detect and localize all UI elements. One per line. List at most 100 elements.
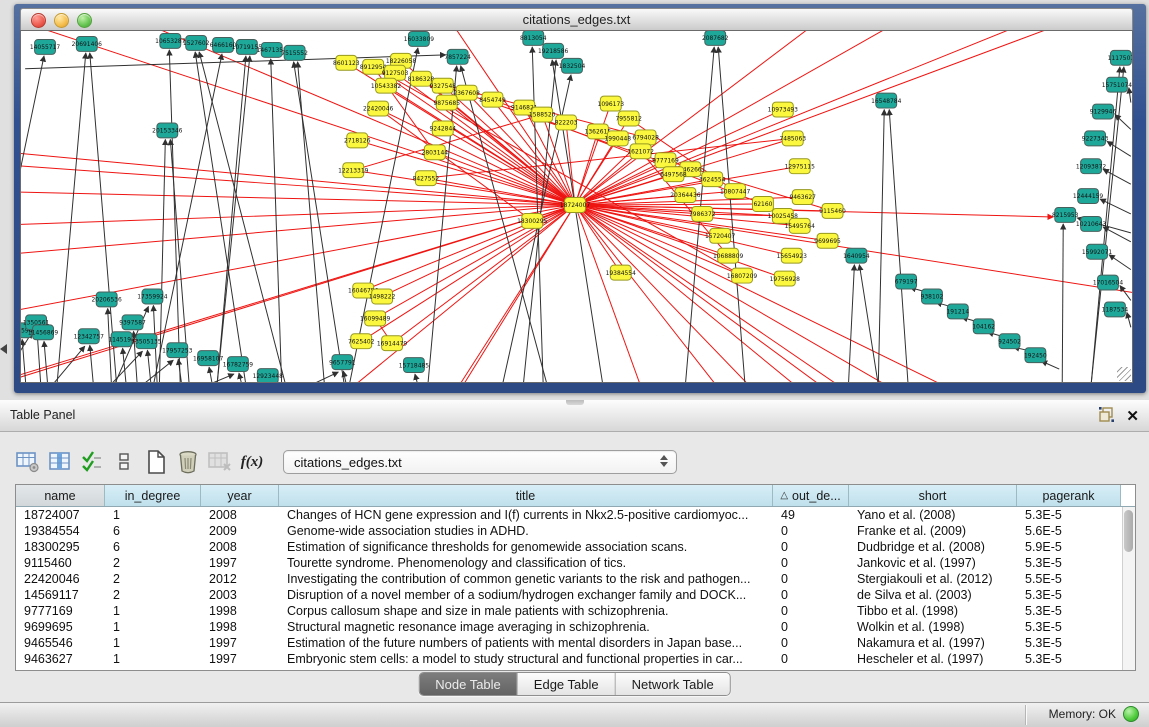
graph-node[interactable]: 9115460 xyxy=(819,204,846,219)
graph-node[interactable]: 192450 xyxy=(1024,348,1047,363)
row-height-icon[interactable] xyxy=(111,449,137,475)
graph-node[interactable]: 1498222 xyxy=(369,289,396,304)
graph-node[interactable]: 20364436 xyxy=(670,188,701,203)
graph-node[interactable]: 9875685 xyxy=(433,95,460,110)
graph-node[interactable]: 6794028 xyxy=(632,130,659,145)
graph-node[interactable]: 16958107 xyxy=(193,351,224,366)
graph-node[interactable]: 12093872 xyxy=(1076,159,1107,174)
graph-node[interactable]: 10543382 xyxy=(371,78,402,93)
graph-node[interactable]: 924502 xyxy=(998,334,1021,349)
network-canvas[interactable]: 1872400718300295860112389129541822605891… xyxy=(20,30,1133,383)
graph-node[interactable]: 17957253 xyxy=(162,343,193,358)
memory-indicator[interactable]: Memory: OK xyxy=(1049,706,1139,722)
graph-node[interactable]: 1640954 xyxy=(843,248,870,263)
float-panel-icon[interactable] xyxy=(1099,407,1114,427)
table-row[interactable]: 1830029562008Estimation of significance … xyxy=(16,539,1135,555)
column-header-year[interactable]: year xyxy=(201,485,279,506)
delete-entries-icon[interactable] xyxy=(175,449,201,475)
network-window[interactable]: citations_edges.txt 18724007 18300295 8601… xyxy=(14,4,1146,393)
graph-node[interactable]: 16099489 xyxy=(360,311,391,326)
table-row[interactable]: 911546021997Tourette syndrome. Phenomeno… xyxy=(16,555,1135,571)
graph-node[interactable]: 9657791 xyxy=(329,355,356,370)
graph-node[interactable]: 15720407 xyxy=(705,228,736,243)
graph-node[interactable]: 1096173 xyxy=(598,96,625,111)
graph-node[interactable]: 7485063 xyxy=(780,131,807,146)
graph-node[interactable]: 1832504 xyxy=(559,58,586,73)
tab-network-table[interactable]: Network Table xyxy=(616,673,730,695)
graph-node[interactable]: 8454749 xyxy=(479,92,506,107)
graph-node[interactable]: 104162 xyxy=(972,319,995,334)
graph-node[interactable]: 10807447 xyxy=(720,184,751,199)
graph-node[interactable]: 1990448 xyxy=(605,131,632,146)
table-row[interactable]: 977716911998Corpus callosum shape and si… xyxy=(16,603,1135,619)
create-table-icon[interactable] xyxy=(143,449,169,475)
graph-node[interactable]: 14055717 xyxy=(30,39,61,54)
graph-node[interactable]: 12342757 xyxy=(74,329,105,344)
graph-node[interactable]: 16807209 xyxy=(727,268,758,283)
graph-node[interactable]: 12975115 xyxy=(785,159,816,174)
graph-node[interactable]: 6497568 xyxy=(660,167,687,182)
graph-node[interactable]: 8427552 xyxy=(413,171,440,186)
graph-node[interactable]: 16914479 xyxy=(377,336,408,351)
graph-node[interactable]: 15992071 xyxy=(1082,244,1113,259)
panel-splitter-handle[interactable] xyxy=(566,400,584,405)
graph-node[interactable]: 17016504 xyxy=(1093,275,1124,290)
table-row[interactable]: 1456911722003Disruption of a novel membe… xyxy=(16,587,1135,603)
graph-node[interactable]: 15718485 xyxy=(399,358,430,373)
graph-node[interactable]: 18300295 xyxy=(517,213,548,228)
table-row[interactable]: 946362711997Embryonic stem cells: a mode… xyxy=(16,651,1135,667)
graph-node[interactable]: 9463627 xyxy=(789,190,816,205)
graph-node[interactable]: 7625402 xyxy=(348,334,375,349)
column-header-in_degree[interactable]: in_degree xyxy=(105,485,201,506)
graph-node[interactable]: 9227343 xyxy=(1082,131,1109,146)
graph-node[interactable]: 2087682 xyxy=(702,31,729,45)
graph-node[interactable]: 9777169 xyxy=(652,153,679,168)
row-selection-icon[interactable] xyxy=(79,449,105,475)
network-graph[interactable]: 1872400718300295860112389129541822605891… xyxy=(21,31,1132,382)
graph-node[interactable]: 20153346 xyxy=(152,123,183,138)
graph-node[interactable]: 1117507 xyxy=(1108,50,1132,65)
graph-node[interactable]: 12923448 xyxy=(253,369,284,382)
window-titlebar[interactable]: citations_edges.txt xyxy=(20,8,1133,31)
graph-node[interactable]: 17359924 xyxy=(137,289,168,304)
delete-table-icon[interactable] xyxy=(207,449,233,475)
table-scrollbar[interactable] xyxy=(1122,507,1135,670)
table-row[interactable]: 946554611997Estimation of the future num… xyxy=(16,635,1135,651)
graph-node[interactable]: 19384554 xyxy=(606,265,637,280)
graph-node[interactable]: 10653287 xyxy=(155,33,186,48)
graph-node[interactable]: 22420046 xyxy=(363,101,394,116)
graph-node[interactable]: 18724007 xyxy=(560,198,591,213)
graph-node[interactable]: 15654923 xyxy=(777,248,808,263)
graph-node[interactable]: 9397587 xyxy=(119,315,146,330)
tab-edge-table[interactable]: Edge Table xyxy=(518,673,616,695)
table-selector-dropdown[interactable]: citations_edges.txt xyxy=(283,450,677,474)
column-header-pagerank[interactable]: pagerank xyxy=(1017,485,1121,506)
window-resize-grip[interactable] xyxy=(1117,367,1131,381)
graph-node[interactable]: 1621072 xyxy=(627,144,654,159)
graph-node[interactable]: 2803144 xyxy=(422,145,449,160)
graph-node[interactable]: 7986372 xyxy=(689,207,716,222)
graph-node[interactable]: 20206536 xyxy=(92,292,123,307)
column-header-short[interactable]: short xyxy=(849,485,1017,506)
graph-node[interactable]: 9699695 xyxy=(814,233,841,248)
table-row[interactable]: 1872400712008Changes of HCN gene express… xyxy=(16,507,1135,523)
graph-node[interactable]: 16548784 xyxy=(871,93,902,108)
graph-node[interactable]: 2718126 xyxy=(344,133,371,148)
column-header-out_de[interactable]: △out_de... xyxy=(773,485,849,506)
graph-node[interactable]: 19218586 xyxy=(538,43,569,58)
graph-node[interactable]: 191214 xyxy=(946,304,969,319)
column-header-name[interactable]: name xyxy=(16,485,105,506)
graph-node[interactable]: 13505135 xyxy=(131,334,162,349)
graph-node[interactable]: 12213319 xyxy=(338,163,369,178)
column-header-title[interactable]: title xyxy=(279,485,773,506)
graph-node[interactable]: 15751074 xyxy=(1102,77,1132,92)
show-columns-icon[interactable] xyxy=(47,449,73,475)
graph-node[interactable]: 10973493 xyxy=(768,102,799,117)
table-row[interactable]: 2242004622012Investigating the contribut… xyxy=(16,571,1135,587)
graph-node[interactable]: 7515552 xyxy=(281,45,308,60)
graph-node[interactable]: 8601123 xyxy=(333,55,360,70)
tab-node-table[interactable]: Node Table xyxy=(419,673,518,695)
graph-node[interactable]: 9129946 xyxy=(1090,104,1117,119)
table-settings-icon[interactable] xyxy=(15,449,41,475)
graph-node[interactable]: 9242844 xyxy=(430,121,457,136)
